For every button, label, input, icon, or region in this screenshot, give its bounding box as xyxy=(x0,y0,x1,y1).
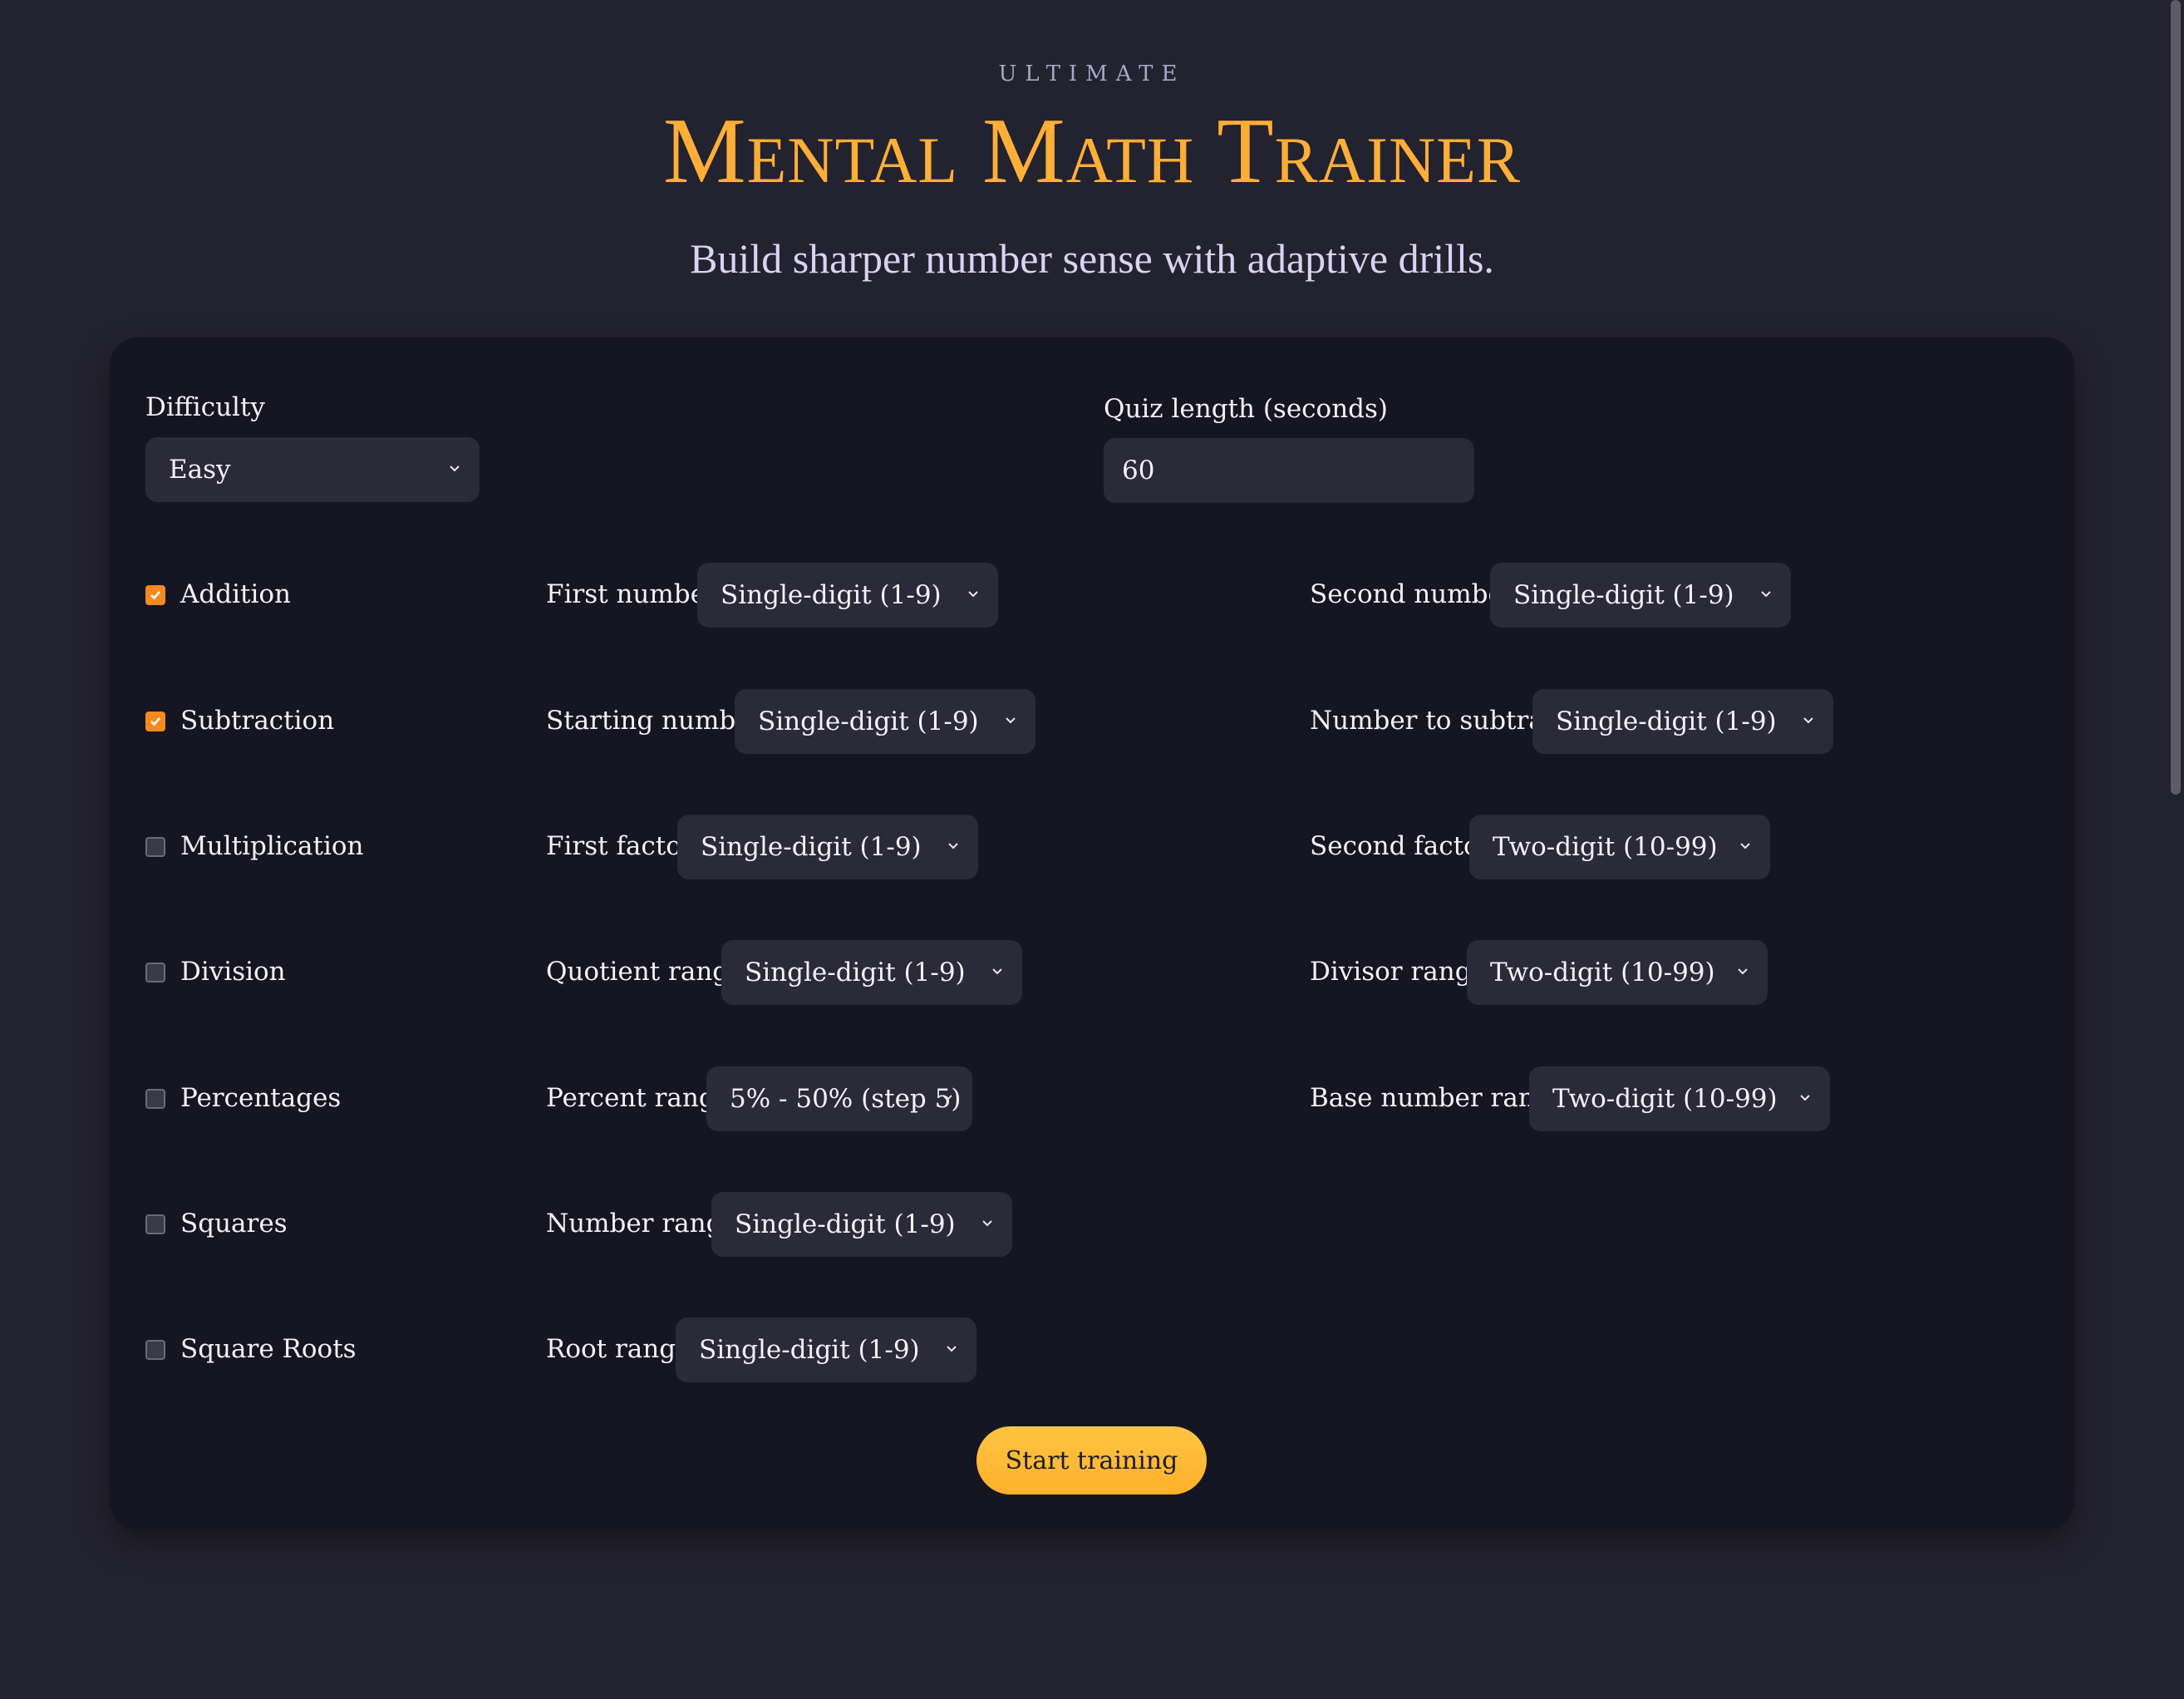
quiz-length-value: 60 xyxy=(1122,456,1155,485)
division-checkbox[interactable] xyxy=(145,963,165,982)
division-first-value: Single-digit (1-9) xyxy=(745,958,966,987)
percentages-first-select[interactable]: 5% - 50% (step 5) xyxy=(706,1066,972,1131)
division-first-label: Quotient range xyxy=(546,957,745,987)
settings-card: Difficulty Easy Quiz length (seconds) 60… xyxy=(110,337,2074,1529)
check-icon xyxy=(150,717,160,726)
square-roots-first-label: Root range xyxy=(546,1334,691,1364)
percentages-second-select[interactable]: Two-digit (10-99) xyxy=(1529,1066,1830,1131)
subtraction-second-label: Number to subtract xyxy=(1310,706,1569,736)
chevron-down-icon xyxy=(1740,843,1750,850)
multiplication-second-label: Second factor xyxy=(1310,831,1492,861)
subtraction-first-select[interactable]: Single-digit (1-9) xyxy=(735,689,1035,754)
page-title: Mental Math Trainer xyxy=(663,100,1521,203)
chevron-down-icon xyxy=(982,1220,992,1227)
subtraction-second-select[interactable]: Single-digit (1-9) xyxy=(1532,689,1833,754)
division-second-label: Divisor range xyxy=(1310,957,1487,987)
subtraction-checkbox[interactable] xyxy=(145,712,165,731)
quiz-length-label: Quiz length (seconds) xyxy=(1104,394,1389,424)
addition-second-label: Second number xyxy=(1310,579,1516,609)
division-first-select[interactable]: Single-digit (1-9) xyxy=(721,940,1022,1005)
addition-checkbox[interactable] xyxy=(145,585,165,605)
multiplication-label: Multiplication xyxy=(180,831,364,861)
chevron-down-icon xyxy=(1800,1095,1810,1101)
addition-first-label: First number xyxy=(546,579,718,609)
addition-second-value: Single-digit (1-9) xyxy=(1513,580,1734,610)
division-second-select[interactable]: Two-digit (10-99) xyxy=(1467,940,1768,1005)
multiplication-checkbox[interactable] xyxy=(145,837,165,857)
chevron-down-icon xyxy=(968,591,978,598)
difficulty-value: Easy xyxy=(169,455,231,485)
chevron-down-icon xyxy=(1006,717,1016,724)
multiplication-first-select[interactable]: Single-digit (1-9) xyxy=(677,815,978,879)
squares-checkbox[interactable] xyxy=(145,1214,165,1234)
percentages-label: Percentages xyxy=(180,1083,342,1113)
addition-second-select[interactable]: Single-digit (1-9) xyxy=(1490,563,1791,628)
chevron-down-icon xyxy=(942,1095,952,1101)
chevron-down-icon xyxy=(948,843,958,850)
square-roots-first-select[interactable]: Single-digit (1-9) xyxy=(676,1317,976,1382)
division-label: Division xyxy=(180,957,286,987)
percentages-checkbox[interactable] xyxy=(145,1089,165,1109)
chevron-down-icon xyxy=(992,968,1002,975)
scrollbar[interactable] xyxy=(2171,0,2181,795)
multiplication-first-value: Single-digit (1-9) xyxy=(701,832,922,862)
square-roots-checkbox[interactable] xyxy=(145,1340,165,1360)
percentages-first-label: Percent range xyxy=(546,1083,731,1113)
squares-first-select[interactable]: Single-digit (1-9) xyxy=(711,1192,1012,1257)
addition-first-select[interactable]: Single-digit (1-9) xyxy=(697,563,998,628)
percentages-first-value: 5% - 50% (step 5) xyxy=(730,1084,962,1114)
squares-label: Squares xyxy=(180,1209,288,1239)
squares-first-value: Single-digit (1-9) xyxy=(735,1209,956,1239)
multiplication-second-value: Two-digit (10-99) xyxy=(1493,832,1718,862)
chevron-down-icon xyxy=(1803,717,1813,724)
quiz-length-input[interactable]: 60 xyxy=(1104,438,1474,503)
square-roots-first-value: Single-digit (1-9) xyxy=(699,1335,920,1365)
division-second-value: Two-digit (10-99) xyxy=(1490,958,1715,987)
addition-first-value: Single-digit (1-9) xyxy=(721,580,942,610)
subtraction-first-value: Single-digit (1-9) xyxy=(758,707,979,736)
subtraction-first-label: Starting number xyxy=(546,706,764,736)
difficulty-select[interactable]: Easy xyxy=(145,437,480,502)
check-icon xyxy=(150,591,160,600)
eyebrow-text: ULTIMATE xyxy=(998,62,1186,86)
percentages-second-label: Base number range xyxy=(1310,1083,1567,1113)
percentages-second-value: Two-digit (10-99) xyxy=(1552,1084,1778,1114)
chevron-down-icon xyxy=(947,1346,957,1352)
subtraction-second-value: Single-digit (1-9) xyxy=(1556,707,1777,736)
square-roots-label: Square Roots xyxy=(180,1334,357,1364)
difficulty-label: Difficulty xyxy=(145,392,265,422)
chevron-down-icon xyxy=(450,465,460,472)
start-training-button[interactable]: Start training xyxy=(976,1426,1207,1495)
chevron-down-icon xyxy=(1738,968,1748,975)
addition-label: Addition xyxy=(180,579,291,609)
page-subtitle: Build sharper number sense with adaptive… xyxy=(690,235,1494,282)
squares-first-label: Number range xyxy=(546,1209,738,1239)
multiplication-second-select[interactable]: Two-digit (10-99) xyxy=(1469,815,1770,879)
chevron-down-icon xyxy=(1761,591,1771,598)
page: ULTIMATE Mental Math Trainer Build sharp… xyxy=(0,0,2184,1699)
subtraction-label: Subtraction xyxy=(180,706,335,736)
multiplication-first-label: First factor xyxy=(546,831,694,861)
